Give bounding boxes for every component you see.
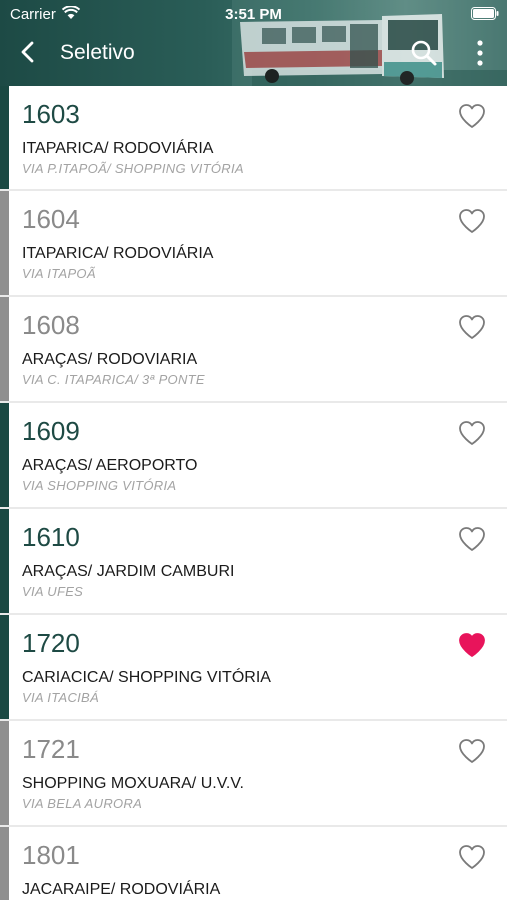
route-status-stripe	[0, 403, 9, 507]
route-via: VIA P.ITAPOÃ/ SHOPPING VITÓRIA	[22, 161, 244, 176]
route-list: 1603 ITAPARICA/ RODOVIÁRIA VIA P.ITAPOÃ/ S…	[0, 86, 507, 900]
heart-outline-icon[interactable]	[458, 103, 486, 129]
heart-outline-icon[interactable]	[458, 208, 486, 234]
route-number: 1609	[22, 416, 80, 446]
route-via: VIA SHOPPING VITÓRIA	[22, 478, 177, 493]
route-row[interactable]: 1603 ITAPARICA/ RODOVIÁRIA VIA P.ITAPOÃ/ S…	[0, 86, 507, 189]
route-status-stripe	[0, 509, 9, 613]
page-title: Seletivo	[60, 41, 135, 64]
status-bar: Carrier 3:51 PM	[0, 0, 507, 28]
battery-icon	[471, 7, 499, 20]
route-status-stripe	[0, 827, 9, 900]
route-status-stripe	[0, 191, 9, 295]
route-via: VIA BELA AURORA	[22, 796, 143, 811]
route-row[interactable]: 1801 JACARAIPE/ RODOVIÁRIA	[0, 827, 507, 900]
route-via: VIA ITACIBÁ	[22, 690, 99, 705]
route-name: ITAPARICA/ RODOVIÁRIA	[22, 140, 214, 157]
route-row[interactable]: 1608 ARAÇAS/ RODOVIARIA VIA C. ITAPARICA/ …	[0, 297, 507, 401]
route-row[interactable]: 1720 CARIACICA/ SHOPPING VITÓRIA VIA ITACI…	[0, 615, 507, 719]
route-row[interactable]: 1721 SHOPPING MOXUARA/ U.V.V. VIA BELA AUR…	[0, 721, 507, 825]
route-number: 1610	[22, 522, 80, 552]
route-number: 1721	[22, 734, 80, 764]
route-name: ITAPARICA/ RODOVIÁRIA	[22, 245, 214, 262]
route-row[interactable]: 1609 ARAÇAS/ AEROPORTO VIA SHOPPING VITÓRI…	[0, 403, 507, 507]
nav-header: Carrier 3:51 PM Seletivo	[0, 0, 507, 86]
route-via: VIA ITAPOÃ	[22, 266, 96, 281]
route-number: 1603	[22, 99, 80, 129]
route-status-stripe	[0, 721, 9, 825]
route-row[interactable]: 1610 ARAÇAS/ JARDIM CAMBURI VIA UFES	[0, 509, 507, 613]
route-number: 1720	[22, 628, 80, 658]
route-status-stripe	[0, 86, 9, 189]
heart-outline-icon[interactable]	[458, 738, 486, 764]
route-name: JACARAIPE/ RODOVIÁRIA	[22, 881, 221, 898]
clock: 3:51 PM	[225, 6, 282, 23]
heart-outline-icon[interactable]	[458, 420, 486, 446]
route-number: 1801	[22, 840, 80, 870]
heart-outline-icon[interactable]	[458, 844, 486, 870]
route-status-stripe	[0, 297, 9, 401]
search-icon[interactable]	[410, 39, 438, 67]
route-number: 1604	[22, 204, 80, 234]
route-number: 1608	[22, 310, 80, 340]
route-row[interactable]: 1604 ITAPARICA/ RODOVIÁRIA VIA ITAPOÃ	[0, 191, 507, 295]
route-name: ARAÇAS/ AEROPORTO	[22, 457, 198, 474]
heart-outline-icon[interactable]	[458, 526, 486, 552]
route-name: ARAÇAS/ RODOVIARIA	[22, 351, 198, 368]
route-via: VIA C. ITAPARICA/ 3ª PONTE	[22, 372, 205, 387]
heart-filled-icon[interactable]	[458, 632, 486, 658]
route-name: SHOPPING MOXUARA/ U.V.V.	[22, 775, 244, 792]
more-vertical-icon[interactable]	[470, 38, 490, 68]
back-chevron-icon[interactable]	[18, 40, 38, 64]
heart-outline-icon[interactable]	[458, 314, 486, 340]
route-name: CARIACICA/ SHOPPING VITÓRIA	[22, 669, 271, 686]
route-name: ARAÇAS/ JARDIM CAMBURI	[22, 563, 235, 580]
route-via: VIA UFES	[22, 584, 84, 599]
route-status-stripe	[0, 615, 9, 719]
